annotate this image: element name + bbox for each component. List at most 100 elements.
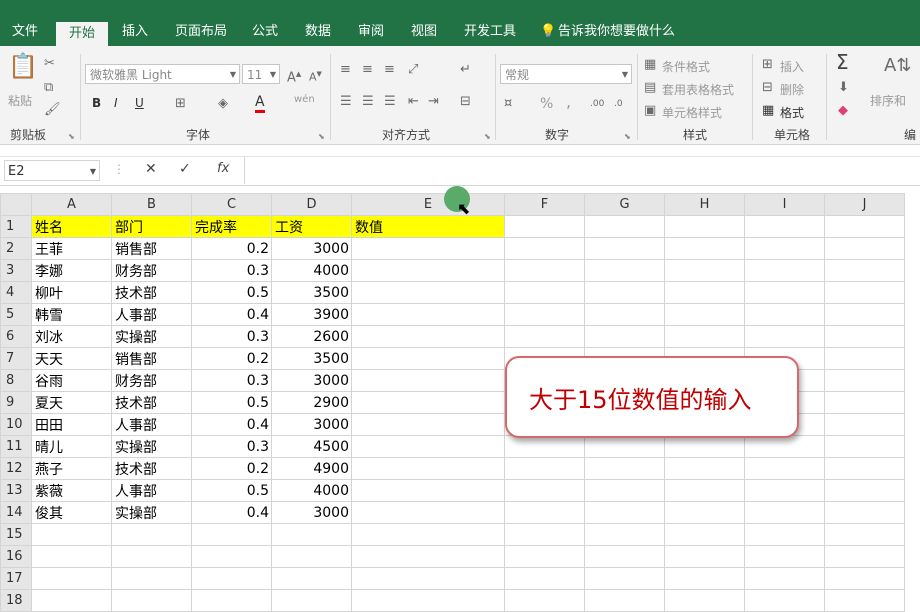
cell-j16[interactable] (824, 545, 905, 568)
cell-a6[interactable]: 刘冰 (31, 325, 112, 348)
cell-c6[interactable]: 0.3 (191, 325, 272, 348)
cell-e14[interactable] (351, 501, 505, 524)
cell-a14[interactable]: 俊其 (31, 501, 112, 524)
increase-indent-icon[interactable]: ⇥ (428, 94, 439, 110)
cell-b5[interactable]: 人事部 (111, 303, 192, 326)
cell-e2[interactable] (351, 237, 505, 260)
cell-d15[interactable] (271, 523, 352, 546)
cell-f16[interactable] (504, 545, 585, 568)
cell-b8[interactable]: 财务部 (111, 369, 192, 392)
cell-g15[interactable] (584, 523, 665, 546)
copy-icon[interactable]: ⧉ (44, 80, 53, 96)
column-header-i[interactable]: I (744, 193, 825, 216)
cell-b12[interactable]: 技术部 (111, 457, 192, 480)
cell-c3[interactable]: 0.3 (191, 259, 272, 282)
cell-e7[interactable] (351, 347, 505, 370)
cell-b10[interactable]: 人事部 (111, 413, 192, 436)
row-header[interactable]: 16 (0, 545, 32, 568)
cell-c17[interactable] (191, 567, 272, 590)
cell-a2[interactable]: 王菲 (31, 237, 112, 260)
cell-f15[interactable] (504, 523, 585, 546)
cell-a4[interactable]: 柳叶 (31, 281, 112, 304)
row-header[interactable]: 4 (0, 281, 32, 304)
cell-b1[interactable]: 部门 (111, 215, 192, 238)
tab-data[interactable]: 数据 (305, 18, 331, 46)
cell-a3[interactable]: 李娜 (31, 259, 112, 282)
cell-d6[interactable]: 2600 (271, 325, 352, 348)
cell-g12[interactable] (584, 457, 665, 480)
cell-g3[interactable] (584, 259, 665, 282)
cell-d10[interactable]: 3000 (271, 413, 352, 436)
cell-j6[interactable] (824, 325, 905, 348)
cell-d9[interactable]: 2900 (271, 391, 352, 414)
cell-b9[interactable]: 技术部 (111, 391, 192, 414)
cell-e5[interactable] (351, 303, 505, 326)
cell-h2[interactable] (664, 237, 745, 260)
cell-i12[interactable] (744, 457, 825, 480)
tab-file[interactable]: 文件 (12, 18, 38, 46)
cell-i15[interactable] (744, 523, 825, 546)
cell-i11[interactable] (744, 435, 825, 458)
cell-f11[interactable] (504, 435, 585, 458)
paste-button[interactable]: 粘贴 (8, 92, 32, 109)
cell-a17[interactable] (31, 567, 112, 590)
cell-a1[interactable]: 姓名 (31, 215, 112, 238)
cell-e3[interactable] (351, 259, 505, 282)
cell-a9[interactable]: 夏天 (31, 391, 112, 414)
row-header[interactable]: 11 (0, 435, 32, 458)
cell-j3[interactable] (824, 259, 905, 282)
cell-g16[interactable] (584, 545, 665, 568)
tab-home[interactable]: 开始 (56, 22, 109, 46)
phonetic-button[interactable]: wén (294, 94, 315, 105)
tell-me-search[interactable]: 告诉我你想要做什么 (558, 18, 675, 46)
percent-button[interactable]: % (540, 96, 553, 112)
cell-j8[interactable] (824, 369, 905, 392)
format-painter-icon[interactable]: 🖌 (44, 102, 61, 118)
cell-d4[interactable]: 3500 (271, 281, 352, 304)
cell-c12[interactable]: 0.2 (191, 457, 272, 480)
align-middle-icon[interactable]: ≡ (362, 62, 373, 78)
comma-button[interactable]: , (566, 92, 571, 111)
cell-e18[interactable] (351, 589, 505, 612)
cell-c1[interactable]: 完成率 (191, 215, 272, 238)
align-bottom-icon[interactable]: ≡ (384, 62, 395, 78)
cell-h17[interactable] (664, 567, 745, 590)
row-header[interactable]: 1 (0, 215, 32, 238)
clear-icon[interactable]: ◆ (838, 103, 848, 119)
cell-i14[interactable] (744, 501, 825, 524)
cell-g6[interactable] (584, 325, 665, 348)
row-header[interactable]: 3 (0, 259, 32, 282)
cell-a5[interactable]: 韩雪 (31, 303, 112, 326)
cell-i4[interactable] (744, 281, 825, 304)
cell-j1[interactable] (824, 215, 905, 238)
formula-input[interactable] (244, 157, 920, 184)
cell-c10[interactable]: 0.4 (191, 413, 272, 436)
cell-h14[interactable] (664, 501, 745, 524)
shrink-font-icon[interactable]: A▼ (309, 66, 322, 86)
cell-e9[interactable] (351, 391, 505, 414)
cell-c4[interactable]: 0.5 (191, 281, 272, 304)
font-size-combo[interactable]: 11 ▼ (242, 64, 280, 84)
cell-g18[interactable] (584, 589, 665, 612)
cell-e15[interactable] (351, 523, 505, 546)
cell-e4[interactable] (351, 281, 505, 304)
cell-e8[interactable] (351, 369, 505, 392)
cell-j12[interactable] (824, 457, 905, 480)
cell-h15[interactable] (664, 523, 745, 546)
cell-c16[interactable] (191, 545, 272, 568)
cell-f2[interactable] (504, 237, 585, 260)
tab-view[interactable]: 视图 (411, 18, 437, 46)
cell-a13[interactable]: 紫薇 (31, 479, 112, 502)
cell-j17[interactable] (824, 567, 905, 590)
cell-d1[interactable]: 工资 (271, 215, 352, 238)
row-header[interactable]: 2 (0, 237, 32, 260)
name-box[interactable]: E2 ▼ (4, 160, 100, 181)
cell-f5[interactable] (504, 303, 585, 326)
select-all-corner[interactable] (0, 193, 32, 216)
column-header-f[interactable]: F (504, 193, 585, 216)
cell-d14[interactable]: 3000 (271, 501, 352, 524)
cell-a15[interactable] (31, 523, 112, 546)
cell-j11[interactable] (824, 435, 905, 458)
cell-a16[interactable] (31, 545, 112, 568)
alignment-launcher-icon[interactable]: ⬊ (484, 132, 491, 141)
